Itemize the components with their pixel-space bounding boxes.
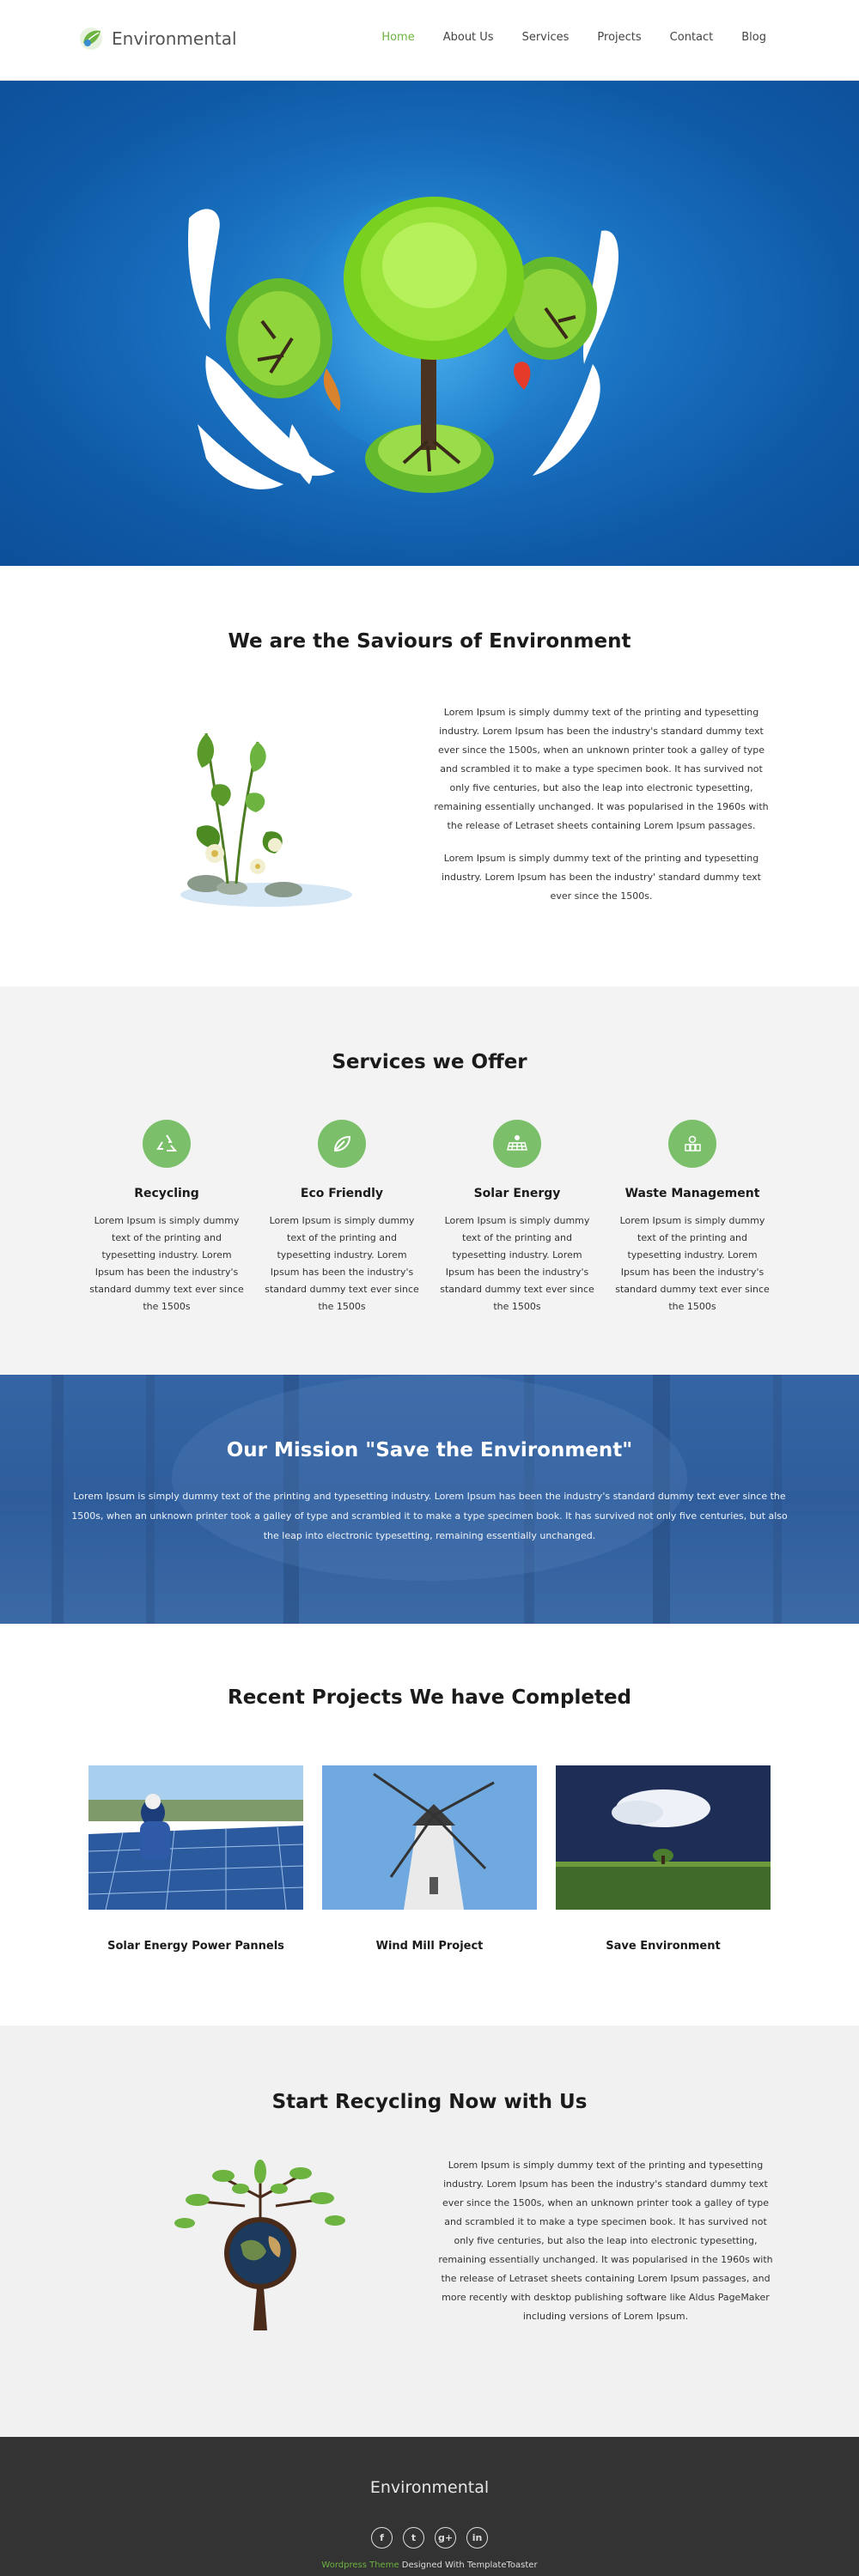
nav-home[interactable]: Home (381, 31, 414, 44)
recycling-text: Lorem Ipsum is simply dummy text of the … (438, 2160, 773, 2322)
projects-title: Recent Projects We have Completed (227, 1686, 632, 1709)
wordpress-theme-link[interactable]: Wordpress Theme (321, 2561, 399, 2570)
plant-illustration (180, 732, 352, 907)
project-card-solar[interactable]: Solar Energy Power Pannels (88, 1765, 303, 1953)
credit-text: Designed With TemplateToaster (399, 2561, 538, 2570)
project-title: Save Environment (606, 1940, 721, 1953)
nav-blog[interactable]: Blog (741, 31, 766, 44)
service-title: Solar Energy (473, 1187, 561, 1200)
windmill-image[interactable] (322, 1765, 537, 1910)
service-title: Recycling (134, 1187, 199, 1200)
service-text: Lorem Ipsum is simply dummy text of the … (615, 1215, 770, 1312)
mission-section: Our Mission "Save the Environment" Lorem… (0, 1375, 859, 1624)
service-eco-friendly: Eco Friendly Lorem Ipsum is simply dummy… (265, 1120, 419, 1315)
waste-management-icon (668, 1120, 716, 1168)
footer-credit: Wordpress Theme Designed With TemplateTo… (0, 2561, 859, 2570)
site-header: Environmental Home About Us Services Pro… (0, 0, 859, 81)
facebook-icon[interactable]: f (371, 2527, 393, 2549)
brand[interactable]: Environmental (78, 26, 237, 52)
project-title: Solar Energy Power Pannels (107, 1940, 284, 1953)
service-recycling: Recycling Lorem Ipsum is simply dummy te… (89, 1120, 244, 1315)
tree-globe-illustration (174, 2160, 345, 2330)
recycling-title: Start Recycling Now with Us (271, 2091, 588, 2113)
project-card-environment[interactable]: Save Environment (556, 1765, 771, 1953)
service-title: Eco Friendly (300, 1187, 384, 1200)
service-title: Waste Management (624, 1187, 760, 1200)
mission-text: Lorem Ipsum is simply dummy text of the … (71, 1491, 788, 1541)
about-paragraph-1: Lorem Ipsum is simply dummy text of the … (434, 707, 769, 831)
twitter-icon[interactable]: t (403, 2527, 424, 2549)
hero-banner (0, 81, 859, 566)
nav-contact[interactable]: Contact (670, 31, 714, 44)
recycling-section: Start Recycling Now with Us Lorem Ipsum … (0, 2026, 859, 2437)
about-text: Lorem Ipsum is simply dummy text of the … (434, 703, 769, 906)
about-title: We are the Saviours of Environment (228, 630, 631, 653)
service-solar-energy: Solar Energy Lorem Ipsum is simply dummy… (440, 1120, 594, 1315)
tree-field-image[interactable] (556, 1765, 771, 1910)
nav-projects[interactable]: Projects (597, 31, 641, 44)
brand-name: Environmental (112, 28, 237, 49)
main-nav: Home About Us Services Projects Contact … (353, 31, 766, 44)
hero-planet-illustration (188, 128, 644, 523)
project-title: Wind Mill Project (375, 1940, 484, 1953)
service-text: Lorem Ipsum is simply dummy text of the … (265, 1215, 419, 1312)
recycle-icon (143, 1120, 191, 1168)
service-text: Lorem Ipsum is simply dummy text of the … (440, 1215, 594, 1312)
about-section: We are the Saviours of Environment Lorem… (0, 566, 859, 987)
google-plus-icon[interactable]: g+ (435, 2527, 456, 2549)
footer-brand: Environmental (369, 2478, 490, 2497)
projects-section: Recent Projects We have Completed Solar … (0, 1624, 859, 2026)
nav-about-us[interactable]: About Us (443, 31, 494, 44)
linkedin-icon[interactable]: in (466, 2527, 488, 2549)
services-section: Services we Offer Recycling Lorem Ipsum … (0, 987, 859, 1375)
service-text: Lorem Ipsum is simply dummy text of the … (89, 1215, 244, 1312)
social-links: f t g+ in (0, 2527, 859, 2549)
service-waste-management: Waste Management Lorem Ipsum is simply d… (615, 1120, 770, 1315)
leaf-logo-icon (80, 27, 102, 50)
about-paragraph-2: Lorem Ipsum is simply dummy text of the … (442, 853, 761, 902)
mission-title: Our Mission "Save the Environment" (226, 1439, 633, 1461)
project-card-windmill[interactable]: Wind Mill Project (322, 1765, 537, 1953)
leaf-icon (318, 1120, 366, 1168)
solar-panel-icon (493, 1120, 541, 1168)
services-title: Services we Offer (332, 1051, 527, 1073)
solar-panels-image[interactable] (88, 1765, 303, 1910)
site-footer: Environmental f t g+ in Wordpress Theme … (0, 2437, 859, 2576)
nav-services[interactable]: Services (522, 31, 570, 44)
